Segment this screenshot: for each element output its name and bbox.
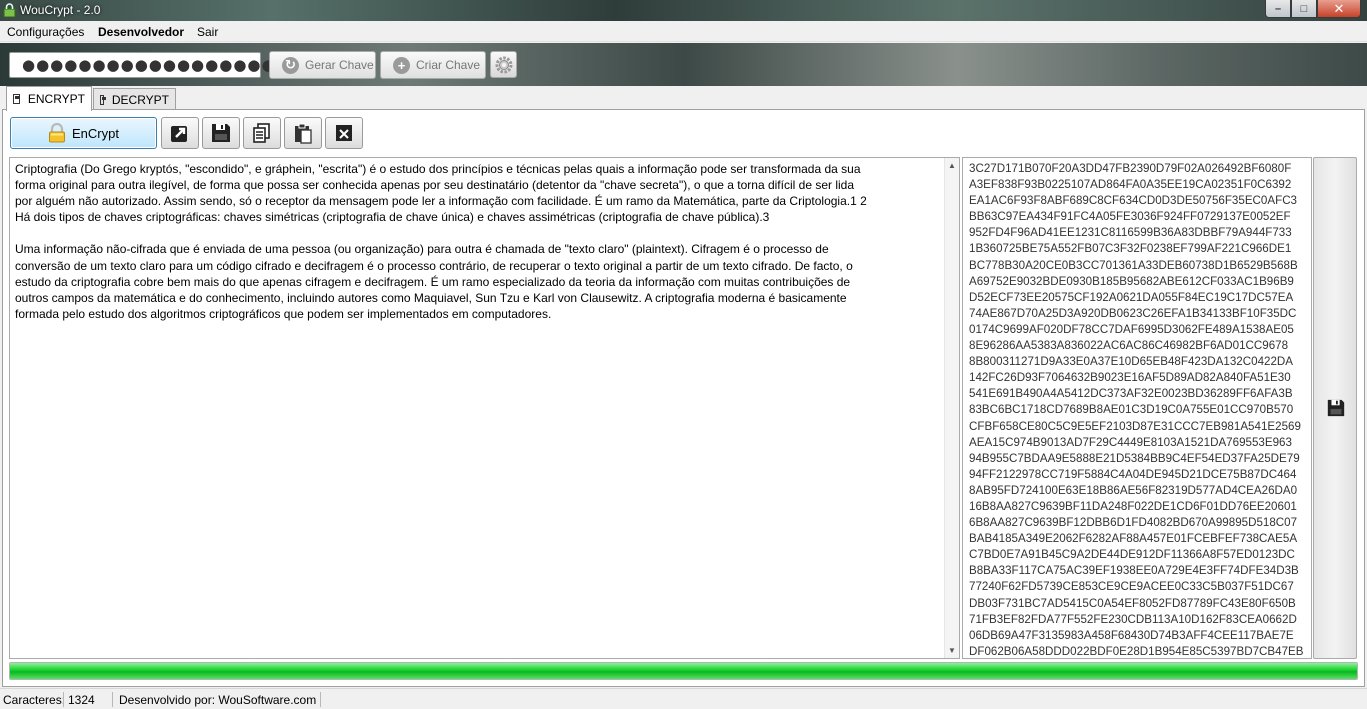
minimize-button[interactable]: –	[1265, 0, 1291, 18]
ciphertext-content: 3C27D171B070F20A3DD47FB2390D79F02A026492…	[969, 162, 1304, 658]
menu-bar: Configurações Desenvolvedor Sair	[0, 21, 1367, 42]
maximize-button[interactable]: □	[1291, 0, 1317, 18]
close-button[interactable]: ✕	[1317, 0, 1361, 18]
tab-decrypt[interactable]: DECRYPT	[93, 88, 176, 110]
plus-icon: +	[393, 56, 410, 74]
password-field[interactable]: ●●●●●●●●●●●●●●●●●●●●●●●	[9, 52, 345, 78]
document-icon	[253, 123, 270, 143]
chars-count: 1324	[68, 693, 95, 707]
refresh-icon: ↻	[282, 56, 299, 74]
paste-button[interactable]	[284, 117, 322, 149]
ciphertext-output[interactable]: 3C27D171B070F20A3DD47FB2390D79F02A026492…	[962, 157, 1312, 659]
settings-button[interactable]	[490, 51, 517, 78]
floppy-disk-icon	[1327, 399, 1345, 417]
eraser-icon	[336, 125, 352, 141]
padlock-icon	[49, 123, 66, 143]
tab-strip: ENCRYPT DECRYPT	[0, 86, 1367, 111]
encrypt-button[interactable]: EnCrypt	[10, 117, 157, 149]
menu-sair[interactable]: Sair	[197, 25, 218, 39]
menu-configuracoes[interactable]: Configurações	[7, 25, 84, 39]
window-icon	[13, 94, 20, 104]
export-button[interactable]	[161, 117, 199, 149]
menu-desenvolvedor[interactable]: Desenvolvedor	[98, 25, 184, 39]
criar-chave-button[interactable]: + Criar Chave	[380, 51, 486, 79]
developer-credit: Desenvolvido por: WouSoftware.com	[119, 693, 317, 707]
scroll-up-icon[interactable]: ▲	[948, 161, 956, 170]
tab-encrypt[interactable]: ENCRYPT	[6, 86, 92, 111]
chars-label: Caracteres:	[3, 693, 66, 707]
plaintext-content: Criptografia (Do Grego kryptós, "escondi…	[15, 162, 867, 321]
save-button[interactable]	[202, 117, 240, 149]
window-title: WouCrypt - 2.0	[20, 3, 101, 17]
clipboard-icon	[295, 123, 312, 144]
copy-button[interactable]	[243, 117, 281, 149]
plaintext-scrollbar[interactable]: ▲ ▼	[944, 158, 959, 658]
gerar-chave-button[interactable]: ↻ Gerar Chave	[269, 51, 376, 79]
clear-button[interactable]	[325, 117, 363, 149]
key-toolbar: ●●●●●●●●●●●●●●●●●●●●●●● ↻ Gerar Chave + …	[0, 43, 1367, 86]
plaintext-input[interactable]: Criptografia (Do Grego kryptós, "escondi…	[9, 157, 960, 659]
scroll-down-icon[interactable]: ▼	[948, 646, 956, 655]
export-icon	[171, 126, 187, 142]
window-icon	[100, 94, 106, 105]
status-bar: Caracteres: 1324 Desenvolvido por: WouSo…	[0, 688, 1367, 709]
floppy-disk-icon	[212, 124, 230, 142]
save-ciphertext-button[interactable]	[1313, 157, 1357, 659]
lock-icon	[3, 3, 16, 17]
title-bar: WouCrypt - 2.0 – □ ✕	[0, 0, 1367, 21]
progress-bar	[9, 662, 1358, 680]
progress-fill	[10, 663, 1357, 679]
gear-icon	[495, 56, 512, 73]
